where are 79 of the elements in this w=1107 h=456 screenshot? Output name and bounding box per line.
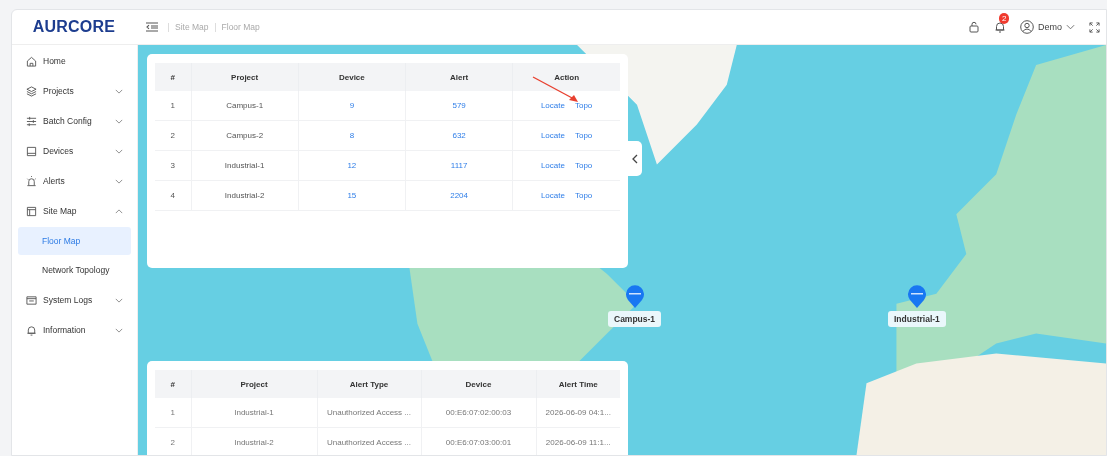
table-cell: Campus-2	[191, 120, 299, 151]
bell-icon	[26, 324, 37, 336]
user-menu[interactable]: Demo	[1020, 20, 1075, 34]
column-header: Device	[298, 63, 406, 91]
sidebar-item[interactable]: Home	[12, 46, 137, 76]
table-cell: 00:E6:07:02:00:03	[421, 398, 536, 428]
table-cell: 1	[155, 398, 191, 428]
chevron-down-icon	[1066, 24, 1075, 30]
layers-icon	[26, 85, 37, 97]
action-link[interactable]: Locate	[540, 161, 565, 170]
breadcrumb-item[interactable]: Floor Map	[221, 22, 260, 32]
map-pin-icon[interactable]	[624, 285, 645, 309]
column-header: #	[155, 63, 191, 91]
table-cell: Unauthorized Access ...	[317, 427, 421, 455]
sidebar-item[interactable]: Projects	[12, 76, 137, 106]
table-cell: Unauthorized Access ...	[317, 398, 421, 428]
sidebar-subitem[interactable]: Network Topology	[18, 256, 131, 284]
table-cell[interactable]: 632	[405, 120, 513, 151]
sidebar-item[interactable]: System Logs	[12, 285, 137, 315]
breadcrumb-item[interactable]: Site Map	[175, 22, 209, 32]
table-cell: Industrial-2	[191, 427, 317, 455]
logo: AURCORE	[31, 18, 117, 36]
log-icon	[26, 294, 37, 306]
map-marker-label[interactable]: Campus-1	[608, 311, 662, 327]
table-cell: Industrial-1	[191, 150, 299, 181]
map-icon	[26, 205, 37, 217]
column-header: Alert	[405, 63, 513, 91]
column-header: Device	[421, 370, 536, 398]
table-cell[interactable]: 8	[298, 120, 406, 151]
fullscreen-icon[interactable]	[1089, 21, 1100, 33]
action-link[interactable]: Locate	[540, 191, 565, 200]
sidebar-item[interactable]: Information	[12, 315, 137, 345]
chevron-left-icon	[632, 153, 638, 164]
column-header: Alert Time	[536, 370, 620, 398]
menu-collapse-icon[interactable]	[146, 22, 158, 32]
action-link[interactable]: Topo	[574, 161, 593, 170]
annotation-arrow	[531, 75, 581, 105]
table-cell[interactable]: 579	[405, 91, 513, 121]
column-header: Project	[191, 63, 299, 91]
table-cell: 2026-06-09 11:1...	[536, 427, 620, 455]
sidebar-item[interactable]: Devices	[12, 136, 137, 166]
table-cell: 2	[155, 120, 191, 151]
column-header: Project	[191, 370, 317, 398]
action-link[interactable]: Topo	[574, 101, 593, 110]
table-cell: 3	[155, 150, 191, 181]
table-cell: Campus-1	[191, 91, 299, 121]
table-cell[interactable]: 12	[298, 150, 406, 181]
action-link[interactable]: Locate	[540, 101, 565, 110]
home-icon	[26, 55, 37, 67]
table-cell: Industrial-2	[191, 180, 299, 211]
table-cell[interactable]: 1117	[405, 150, 513, 181]
notification-badge: 2	[999, 13, 1010, 24]
column-header: Alert Type	[317, 370, 421, 398]
sidebar-item[interactable]: Site Map	[12, 196, 137, 226]
table-cell[interactable]: 9	[298, 91, 406, 121]
table-cell[interactable]: 15	[298, 180, 406, 211]
action-link[interactable]: Topo	[574, 191, 593, 200]
action-link[interactable]: Topo	[574, 131, 593, 140]
table-cell: 2	[155, 427, 191, 455]
column-header: Action	[512, 63, 620, 91]
column-header: #	[155, 370, 191, 398]
device-icon	[26, 145, 37, 157]
table-cell: 2026-06-09 04:1...	[536, 398, 620, 428]
sidebar-item[interactable]: Batch Config	[12, 106, 137, 136]
lock-icon[interactable]	[968, 21, 980, 33]
table-cell[interactable]: 2204	[405, 180, 513, 211]
map-pin-icon[interactable]	[906, 285, 927, 309]
action-link[interactable]: Locate	[540, 131, 565, 140]
table-cell: 1	[155, 91, 191, 121]
sidebar-subitem[interactable]: Floor Map	[18, 227, 131, 255]
sidebar-item[interactable]: Alerts	[12, 166, 137, 196]
map-marker-label[interactable]: Industrial-1	[888, 311, 946, 327]
alarm-icon	[26, 175, 37, 187]
table-cell: Industrial-1	[191, 398, 317, 428]
sliders-icon	[26, 115, 37, 127]
table-cell: 00:E6:07:03:00:01	[421, 427, 536, 455]
bell-icon[interactable]	[994, 21, 1006, 33]
table-cell: 4	[155, 180, 191, 211]
user-icon	[1020, 20, 1034, 34]
